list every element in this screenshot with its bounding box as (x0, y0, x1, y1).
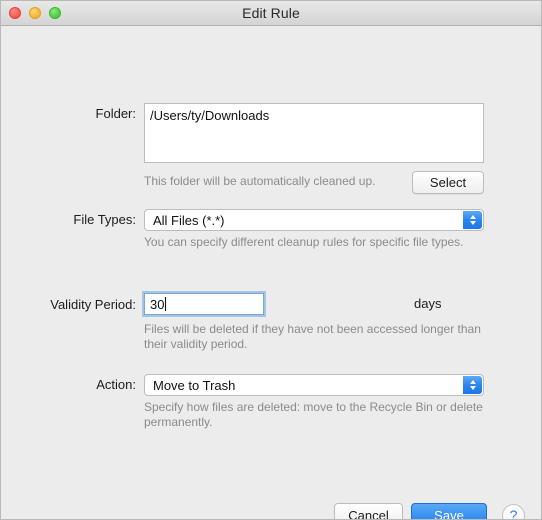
cancel-button[interactable]: Cancel (334, 503, 403, 519)
validity-period-field[interactable]: 30 (142, 291, 266, 317)
text-caret (165, 297, 167, 311)
edit-rule-window: Edit Rule Folder: /Users/ty/Downloads Th… (0, 0, 542, 520)
save-button[interactable]: Save (411, 503, 487, 519)
folder-input[interactable]: /Users/ty/Downloads (144, 103, 484, 163)
help-button[interactable]: ? (502, 504, 525, 519)
select-folder-button[interactable]: Select (412, 171, 484, 194)
action-dropdown[interactable]: Move to Trash (144, 374, 484, 396)
file-types-dropdown[interactable]: All Files (*.*) (144, 209, 484, 231)
chevron-updown-icon[interactable] (463, 376, 482, 394)
close-window-button[interactable] (9, 7, 21, 19)
zoom-window-button[interactable] (49, 7, 61, 19)
dialog-content: Folder: /Users/ty/Downloads This folder … (1, 26, 541, 519)
file-types-value: All Files (*.*) (153, 212, 225, 228)
window-title: Edit Rule (242, 5, 300, 21)
validity-period-unit: days (414, 296, 442, 311)
chevron-updown-icon[interactable] (463, 211, 482, 229)
action-label: Action: (96, 377, 136, 392)
validity-period-value: 30 (150, 296, 165, 312)
action-hint: Specify how files are deleted: move to t… (144, 400, 483, 429)
validity-period-label: Validity Period: (50, 297, 136, 312)
file-types-label: File Types: (73, 212, 136, 227)
file-types-hint: You can specify different cleanup rules … (144, 235, 464, 249)
validity-period-input[interactable]: 30 (142, 291, 266, 317)
validity-period-hint: Files will be deleted if they have not b… (144, 322, 481, 351)
action-value: Move to Trash (153, 377, 236, 393)
titlebar: Edit Rule (1, 1, 541, 26)
folder-label: Folder: (95, 106, 136, 121)
minimize-window-button[interactable] (29, 7, 41, 19)
traffic-lights (9, 1, 61, 25)
